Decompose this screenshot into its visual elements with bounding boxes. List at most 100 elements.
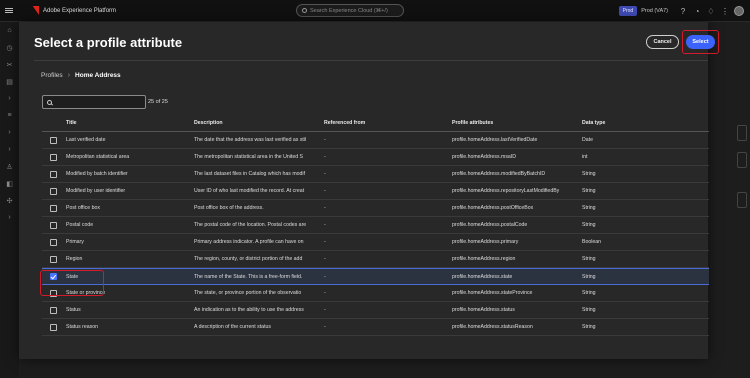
state-row-highlight [40,270,104,296]
background-field [737,125,747,141]
cell-description: The date that the address was last verif… [194,137,307,143]
breadcrumb-item-home-address: Home Address [75,72,121,79]
cell-referenced-from: - [324,239,326,245]
bell-icon[interactable]: ♢ [704,0,718,22]
table-row[interactable]: Modified by user identifier User ID of wh… [42,183,709,200]
cell-description: The metropolitan statistical area in the… [194,154,303,160]
cell-title: Post office box [66,205,100,211]
avatar[interactable] [734,6,744,16]
cell-title: Metropolitan statistical area [66,154,130,160]
background-field [737,192,747,208]
cell-profile-attribute: profile.homeAddress.primary [452,239,519,245]
chevron-right-icon[interactable]: › [0,124,19,141]
cell-description: Primary address indicator. A profile can… [194,239,304,245]
row-checkbox[interactable] [49,136,57,144]
result-count: 25 of 25 [148,99,168,105]
column-header-description[interactable]: Description [194,120,324,126]
form-icon[interactable]: ▤ [0,73,19,90]
cell-profile-attribute: profile.homeAddress.status [452,307,515,313]
table-row[interactable]: Primary Primary address indicator. A prof… [42,234,709,251]
global-search-input[interactable] [310,7,400,14]
scissors-icon[interactable]: ✂ [0,56,19,73]
cell-referenced-from: - [324,256,326,262]
app-title: Adobe Experience Platform [43,7,117,14]
column-header-referenced-from[interactable]: Referenced from [324,120,452,126]
cell-title: Status [66,307,81,313]
app-header: Adobe Experience Platform Prod Prod (VA7… [0,0,750,22]
row-checkbox[interactable] [49,238,57,246]
cell-referenced-from: - [324,307,326,313]
cell-title: Last verified date [66,137,106,143]
cell-profile-attribute: profile.homeAddress.region [452,256,516,262]
row-checkbox[interactable] [49,153,57,161]
cell-data-type: String [582,290,596,296]
cell-data-type: String [582,273,596,280]
table-row[interactable]: Postal code The postal code of the locati… [42,217,709,234]
environment-badge: Prod [618,6,638,16]
column-header-profile-attributes[interactable]: Profile attributes [452,120,582,126]
divider [34,60,708,61]
filter-input[interactable] [42,95,146,109]
megaphone-icon[interactable]: ◔ [690,0,704,22]
home-icon[interactable]: ⌂ [0,22,19,39]
select-button-highlight [682,30,719,54]
background-field [737,152,747,168]
user-icon[interactable]: ♙ [0,158,19,175]
row-checkbox[interactable] [49,204,57,212]
row-checkbox[interactable] [49,323,57,331]
table-body: Last verified date The date that the addr… [42,132,709,336]
cell-referenced-from: - [324,290,326,296]
cell-data-type: String [582,205,596,211]
table-row[interactable]: Last verified date The date that the addr… [42,132,709,149]
search-icon [302,8,307,13]
cell-data-type: String [582,171,596,177]
apps-grid-icon[interactable]: ⋮ [718,0,732,22]
table-row[interactable]: State The name of the State. This is a fr… [42,268,709,285]
cell-title: Status reason [66,324,99,330]
column-header-title[interactable]: Title [64,120,194,126]
sandbox-switcher[interactable]: Prod (VA7) [641,8,668,14]
row-checkbox[interactable] [49,221,57,229]
table-header: Title Description Referenced from Profil… [42,115,709,132]
table-row[interactable]: Status An indication as to the ability to… [42,302,709,319]
table-row[interactable]: Status reason A description of the curren… [42,319,709,336]
row-checkbox-cell [42,306,64,314]
cell-profile-attribute: profile.homeAddress.postOfficeBox [452,205,534,211]
table-row[interactable]: Post office box Post office box of the ad… [42,200,709,217]
cell-data-type: String [582,222,596,228]
row-checkbox-cell [42,238,64,246]
row-checkbox[interactable] [49,306,57,314]
help-icon[interactable]: ? [676,0,690,22]
cell-referenced-from: - [324,205,326,211]
column-header-data-type[interactable]: Data type [582,120,709,126]
table-row[interactable]: Modified by batch identifier The last dat… [42,166,709,183]
row-checkbox[interactable] [49,255,57,263]
list-icon[interactable]: ≡ [0,107,19,124]
chevron-right-icon[interactable]: › [0,209,19,226]
chevron-right-icon[interactable]: › [0,141,19,158]
row-checkbox-cell [42,187,64,195]
cancel-button[interactable]: Cancel [646,35,679,49]
search-icon [47,99,52,105]
cell-referenced-from: - [324,188,326,194]
cell-title: Primary [66,239,84,245]
global-search[interactable] [296,4,404,17]
cell-description: An indication as to the ability to use t… [194,307,304,313]
cell-description: The last dataset files in Catalog which … [194,171,306,177]
clock-icon[interactable]: ◷ [0,39,19,56]
table-row[interactable]: State or province The state, or province … [42,285,709,302]
cell-profile-attribute: profile.homeAddress.msaID [452,154,517,160]
row-checkbox[interactable] [49,170,57,178]
segments-icon[interactable]: ◧ [0,175,19,192]
chevron-right-icon[interactable]: › [0,90,19,107]
breadcrumb-separator-icon: › [67,72,71,79]
hamburger-menu-icon[interactable] [0,0,18,22]
dialog-title: Select a profile attribute [34,35,183,50]
breadcrumb-item-profiles[interactable]: Profiles [41,72,63,79]
table-row[interactable]: Metropolitan statistical area The metropo… [42,149,709,166]
cell-data-type: String [582,307,596,313]
identity-icon[interactable]: ✣ [0,192,19,209]
row-checkbox[interactable] [49,187,57,195]
table-row[interactable]: Region The region, county, or district po… [42,251,709,268]
row-checkbox-cell [42,323,64,331]
